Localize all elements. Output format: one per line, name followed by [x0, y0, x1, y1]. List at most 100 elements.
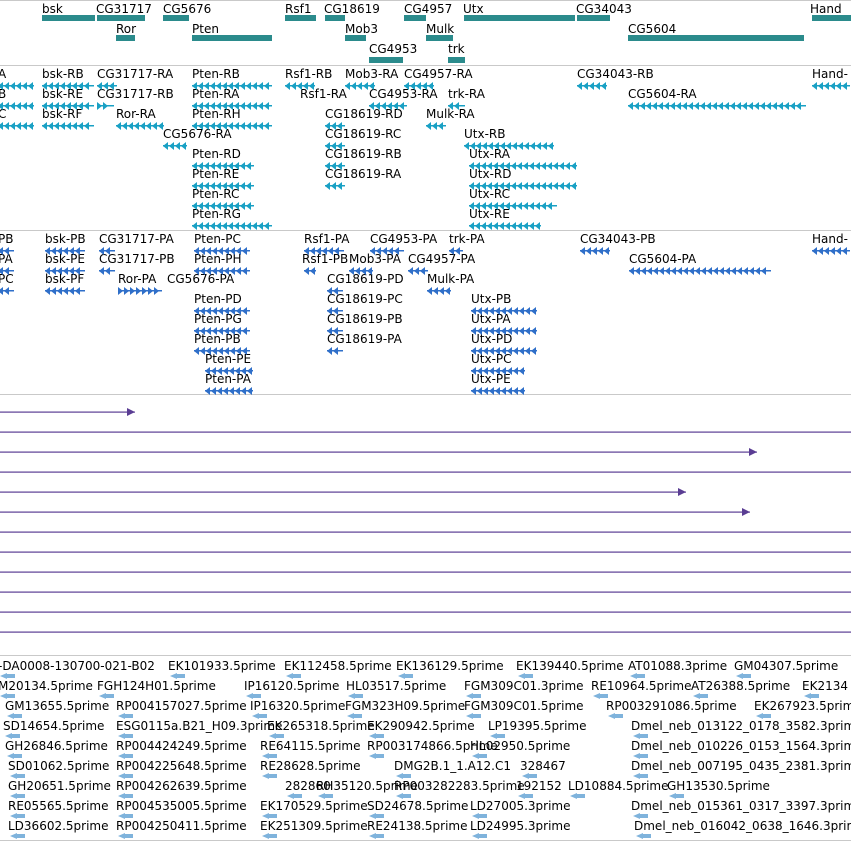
transcript-glyph[interactable]	[469, 182, 577, 190]
transcript-glyph[interactable]	[469, 222, 541, 230]
gene-bar[interactable]	[163, 15, 189, 21]
transcript-glyph[interactable]	[192, 222, 272, 230]
est-glyph[interactable]	[369, 833, 385, 839]
est-glyph[interactable]	[636, 833, 652, 839]
gene-bar[interactable]	[426, 35, 453, 41]
transcript-glyph[interactable]	[285, 82, 315, 90]
protein-glyph[interactable]	[327, 307, 343, 315]
gene-bar[interactable]	[345, 35, 366, 41]
blast-hit[interactable]	[0, 568, 851, 576]
transcript-glyph[interactable]	[192, 162, 254, 170]
gene-bar[interactable]	[812, 15, 851, 21]
protein-glyph[interactable]	[449, 247, 463, 255]
protein-glyph[interactable]	[205, 367, 253, 375]
transcript-glyph[interactable]	[192, 182, 254, 190]
protein-glyph[interactable]	[0, 247, 14, 255]
transcript-glyph[interactable]	[97, 102, 114, 110]
protein-glyph[interactable]	[194, 247, 250, 255]
transcript-glyph[interactable]	[426, 122, 446, 130]
est-glyph[interactable]	[262, 773, 278, 779]
protein-glyph[interactable]	[349, 267, 373, 275]
transcript-glyph[interactable]	[116, 122, 164, 130]
transcript-glyph[interactable]	[469, 162, 577, 170]
protein-glyph[interactable]	[304, 267, 316, 275]
gene-bar[interactable]	[116, 35, 135, 41]
gene-bar[interactable]	[42, 15, 95, 21]
protein-glyph[interactable]	[0, 267, 14, 275]
transcript-glyph[interactable]	[192, 122, 272, 130]
blast-hit[interactable]	[0, 548, 851, 556]
transcript-glyph[interactable]	[192, 202, 254, 210]
est-glyph[interactable]	[10, 833, 26, 839]
protein-glyph[interactable]	[471, 387, 525, 395]
protein-glyph[interactable]	[194, 267, 250, 275]
est-glyph[interactable]	[570, 793, 586, 799]
transcript-glyph[interactable]	[577, 82, 607, 90]
protein-glyph[interactable]	[427, 287, 451, 295]
protein-glyph[interactable]	[99, 267, 115, 275]
transcript-glyph[interactable]	[42, 82, 94, 90]
blast-hit[interactable]	[0, 488, 686, 496]
protein-glyph[interactable]	[471, 327, 537, 335]
transcript-glyph[interactable]	[0, 82, 34, 90]
blast-hit[interactable]	[0, 468, 851, 476]
protein-glyph[interactable]	[471, 367, 525, 375]
gene-bar[interactable]	[97, 15, 145, 21]
transcript-glyph[interactable]	[369, 102, 407, 110]
blast-hit[interactable]	[0, 448, 757, 456]
blast-hit[interactable]	[0, 608, 851, 616]
protein-glyph[interactable]	[471, 347, 537, 355]
gene-bar[interactable]	[404, 15, 426, 21]
transcript-glyph[interactable]	[469, 202, 557, 210]
protein-glyph[interactable]	[629, 267, 771, 275]
protein-glyph[interactable]	[327, 327, 343, 335]
protein-glyph[interactable]	[99, 247, 115, 255]
gene-bar[interactable]	[464, 15, 575, 21]
transcript-glyph[interactable]	[464, 142, 554, 150]
protein-glyph[interactable]	[194, 347, 250, 355]
est-glyph[interactable]	[472, 833, 488, 839]
transcript-glyph[interactable]	[325, 182, 345, 190]
transcript-glyph[interactable]	[163, 142, 187, 150]
gene-bar[interactable]	[325, 15, 345, 21]
protein-glyph[interactable]	[812, 247, 850, 255]
gene-bar[interactable]	[192, 35, 272, 41]
transcript-glyph[interactable]	[628, 102, 806, 110]
gene-bar[interactable]	[448, 57, 465, 63]
transcript-glyph[interactable]	[404, 82, 434, 90]
protein-glyph[interactable]	[205, 387, 253, 395]
blast-hit[interactable]	[0, 588, 851, 596]
protein-glyph[interactable]	[580, 247, 610, 255]
protein-glyph[interactable]	[370, 247, 404, 255]
est-glyph[interactable]	[369, 753, 385, 759]
transcript-glyph[interactable]	[325, 142, 345, 150]
protein-glyph[interactable]	[45, 267, 85, 275]
blast-hit[interactable]	[0, 528, 851, 536]
transcript-glyph[interactable]	[192, 82, 272, 90]
transcript-glyph[interactable]	[325, 162, 345, 170]
protein-glyph[interactable]	[118, 287, 162, 295]
protein-glyph[interactable]	[45, 287, 85, 295]
transcript-glyph[interactable]	[0, 102, 34, 110]
est-glyph[interactable]	[608, 713, 624, 719]
blast-hit[interactable]	[0, 428, 851, 436]
protein-glyph[interactable]	[471, 307, 537, 315]
transcript-glyph[interactable]	[0, 122, 34, 130]
transcript-glyph[interactable]	[42, 102, 94, 110]
gene-bar[interactable]	[285, 15, 316, 21]
protein-glyph[interactable]	[194, 327, 250, 335]
protein-glyph[interactable]	[194, 307, 250, 315]
transcript-glyph[interactable]	[42, 122, 94, 130]
est-glyph[interactable]	[118, 833, 134, 839]
protein-glyph[interactable]	[327, 287, 343, 295]
est-glyph[interactable]	[262, 833, 278, 839]
gene-bar[interactable]	[577, 15, 610, 21]
transcript-glyph[interactable]	[97, 82, 117, 90]
transcript-glyph[interactable]	[325, 122, 345, 130]
gene-bar[interactable]	[628, 35, 804, 41]
blast-hit[interactable]	[0, 628, 851, 636]
protein-glyph[interactable]	[408, 267, 428, 275]
transcript-glyph[interactable]	[812, 82, 850, 90]
protein-glyph[interactable]	[327, 347, 343, 355]
transcript-glyph[interactable]	[345, 82, 375, 90]
